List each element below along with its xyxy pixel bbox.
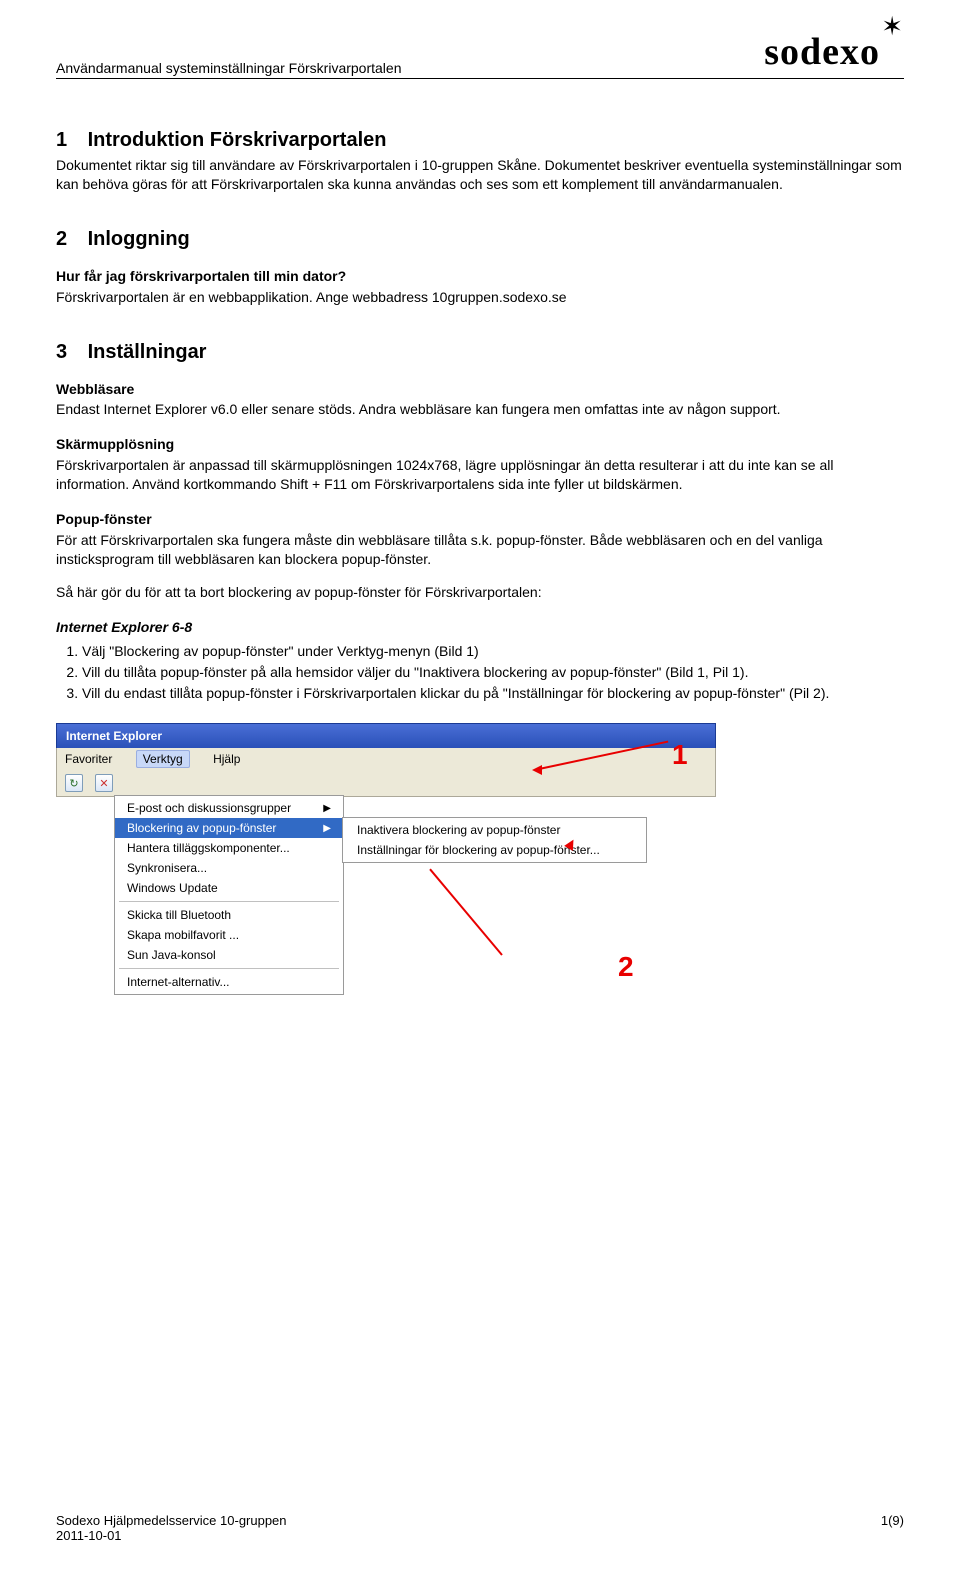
submenu-popup-settings[interactable]: Inställningar för blockering av popup-fö… (343, 840, 646, 860)
header-title: Användarmanual systeminställningar Försk… (56, 30, 402, 76)
section-3-heading: 3 Inställningar (56, 341, 904, 364)
menu-sep (119, 901, 339, 902)
popup-text: För att Förskrivarportalen ska fungera m… (56, 531, 904, 569)
menu-item-winupdate[interactable]: Windows Update (115, 878, 343, 898)
section-2-answer: Förskrivarportalen är en webbapplikation… (56, 288, 904, 307)
step-3: Vill du endast tillåta popup-fönster i F… (82, 684, 904, 703)
resolution-subheading: Skärmupplösning (56, 435, 904, 454)
menu-item-popup-block[interactable]: Blockering av popup-fönster▶ (115, 818, 343, 838)
menu-favoriter[interactable]: Favoriter (65, 752, 112, 766)
section-2-heading: 2 Inloggning (56, 228, 904, 251)
chevron-right-icon: ▶ (323, 803, 331, 814)
menu-hjalp[interactable]: Hjälp (213, 752, 240, 766)
chevron-right-icon: ▶ (323, 823, 331, 834)
ie-screenshot-figure: Internet Explorer Favoriter Verktyg Hjäl… (56, 723, 904, 995)
footer-org: Sodexo Hjälpmedelsservice 10-gruppen (56, 1513, 287, 1528)
callout-2: 2 (618, 951, 634, 983)
popup-submenu: Inaktivera blockering av popup-fönster I… (342, 817, 647, 863)
sodexo-logo: sodexo✶ (764, 30, 904, 74)
refresh-icon[interactable]: ↻ (65, 774, 83, 792)
popup-subheading: Popup-fönster (56, 510, 904, 529)
menu-item-java[interactable]: Sun Java-konsol (115, 945, 343, 965)
menu-item-sync[interactable]: Synkronisera... (115, 858, 343, 878)
document-header: Användarmanual systeminställningar Försk… (56, 30, 904, 79)
ie68-label: Internet Explorer 6-8 (56, 618, 904, 637)
step-1: Välj "Blockering av popup-fönster" under… (82, 642, 904, 661)
footer-date: 2011-10-01 (56, 1528, 287, 1543)
menu-verktyg[interactable]: Verktyg (136, 750, 190, 768)
section-1-heading: 1 Introduktion Förskrivarportalen (56, 129, 904, 152)
footer-page-number: 1(9) (881, 1513, 904, 1543)
steps-list: Välj "Blockering av popup-fönster" under… (82, 642, 904, 703)
star-icon: ✶ (881, 12, 904, 42)
menu-item-inetopt[interactable]: Internet-alternativ... (115, 972, 343, 992)
resolution-text: Förskrivarportalen är anpassad till skär… (56, 456, 904, 494)
menu-item-epost[interactable]: E-post och diskussionsgrupper▶ (115, 798, 343, 818)
ie-toolbar: ↻ ✕ (56, 770, 716, 797)
page-footer: Sodexo Hjälpmedelsservice 10-gruppen 201… (56, 1513, 904, 1543)
callout-1: 1 (672, 739, 688, 771)
submenu-disable-popup[interactable]: Inaktivera blockering av popup-fönster (343, 820, 646, 840)
verktyg-dropdown: E-post och diskussionsgrupper▶ Blockerin… (114, 795, 344, 995)
section-1-body: Dokumentet riktar sig till användare av … (56, 156, 904, 194)
browser-subheading: Webbläsare (56, 380, 904, 399)
browser-text: Endast Internet Explorer v6.0 eller sena… (56, 400, 904, 419)
menu-item-addons[interactable]: Hantera tilläggskomponenter... (115, 838, 343, 858)
step-2: Vill du tillåta popup-fönster på alla he… (82, 663, 904, 682)
section-2-question: Hur får jag förskrivarportalen till min … (56, 267, 904, 286)
menu-sep (119, 968, 339, 969)
ie-titlebar: Internet Explorer (56, 723, 716, 748)
arrowhead-1-icon (532, 765, 542, 775)
popup-howto: Så här gör du för att ta bort blockering… (56, 583, 904, 602)
menu-item-bluetooth[interactable]: Skicka till Bluetooth (115, 905, 343, 925)
menu-item-mobilfav[interactable]: Skapa mobilfavorit ... (115, 925, 343, 945)
stop-icon[interactable]: ✕ (95, 774, 113, 792)
